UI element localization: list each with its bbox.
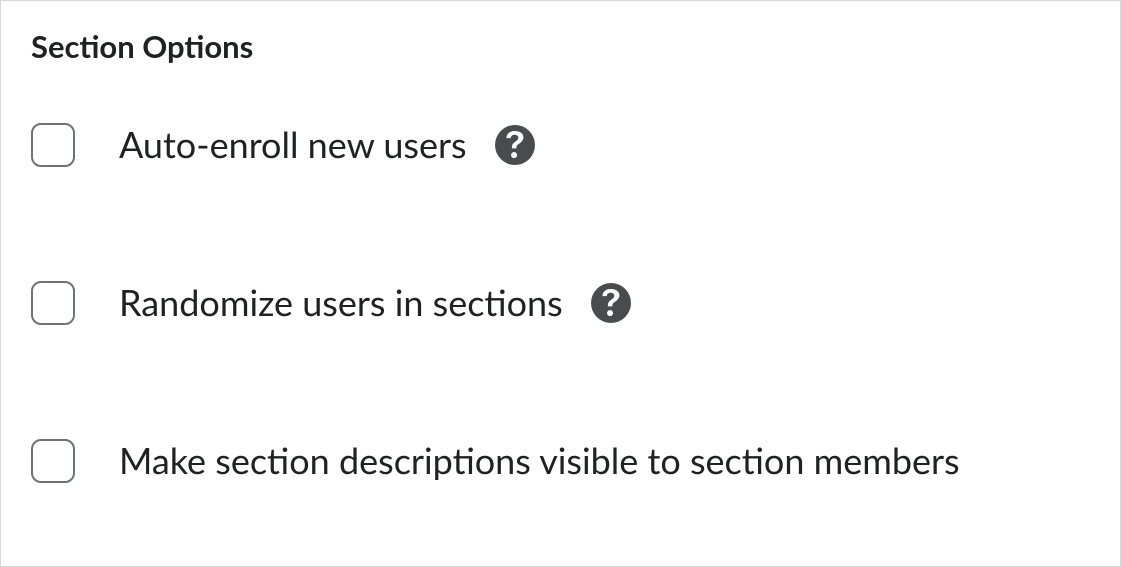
checkbox-descriptions-visible[interactable] bbox=[31, 439, 75, 483]
option-label: Make section descriptions visible to sec… bbox=[119, 439, 960, 482]
option-row-auto-enroll: Auto-enroll new users bbox=[31, 123, 1090, 167]
option-label: Auto-enroll new users bbox=[119, 123, 467, 166]
help-icon[interactable] bbox=[495, 125, 535, 165]
section-options-panel: Section Options Auto-enroll new users Ra… bbox=[0, 0, 1121, 567]
question-mark-icon bbox=[601, 289, 621, 317]
option-label: Randomize users in sections bbox=[119, 281, 563, 324]
checkbox-randomize[interactable] bbox=[31, 281, 75, 325]
question-mark-icon bbox=[505, 131, 525, 159]
option-row-descriptions-visible: Make section descriptions visible to sec… bbox=[31, 439, 1090, 483]
help-icon[interactable] bbox=[591, 283, 631, 323]
checkbox-auto-enroll[interactable] bbox=[31, 123, 75, 167]
panel-title: Section Options bbox=[31, 27, 1090, 65]
option-row-randomize: Randomize users in sections bbox=[31, 281, 1090, 325]
